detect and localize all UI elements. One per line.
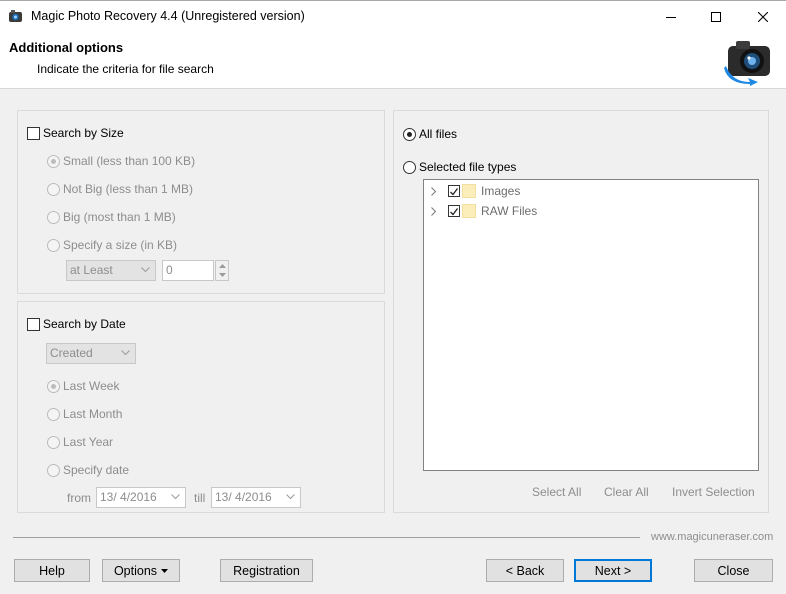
close-window-button[interactable] (740, 1, 786, 32)
all-files-label: All files (419, 127, 458, 141)
tree-item-images[interactable]: Images (424, 181, 758, 201)
date-last-month-label: Last Month (63, 407, 123, 421)
size-specify-radio[interactable]: Specify a size (in KB) (47, 238, 177, 252)
radio-dot (47, 435, 60, 449)
clear-all-button[interactable]: Clear All (604, 485, 649, 499)
wizard-header: Additional options Indicate the criteria… (0, 31, 786, 89)
minimize-icon (666, 16, 676, 18)
date-specify-label: Specify date (63, 463, 130, 477)
chevron-down-icon (286, 494, 295, 500)
date-till-picker[interactable]: 13/ 4/2016 (211, 487, 301, 508)
page-subtitle: Indicate the criteria for file search (37, 62, 214, 76)
options-button-label: Options (113, 563, 158, 578)
size-big-radio[interactable]: Big (most than 1 MB) (47, 210, 176, 224)
chevron-down-icon (121, 350, 130, 356)
radio-dot (47, 154, 60, 168)
date-last-week-label: Last Week (63, 379, 120, 393)
page-title: Additional options (9, 40, 124, 55)
search-by-size-checkbox[interactable]: Search by Size (27, 126, 124, 140)
radio-dot (47, 238, 60, 252)
back-button[interactable]: < Back (486, 559, 564, 582)
website-link[interactable]: www.magicuneraser.com (651, 531, 773, 543)
tree-item-raw-files[interactable]: RAW Files (424, 201, 758, 221)
date-till-value: 13/ 4/2016 (215, 490, 272, 504)
chevron-right-icon[interactable] (431, 207, 437, 216)
select-all-button[interactable]: Select All (532, 485, 581, 499)
date-last-year-radio[interactable]: Last Year (47, 435, 113, 449)
chevron-right-icon[interactable] (431, 187, 437, 196)
search-by-size-label: Search by Size (43, 126, 124, 140)
title-bar: Magic Photo Recovery 4.4 (Unregistered v… (0, 0, 786, 31)
close-icon (758, 11, 768, 22)
radio-dot (47, 182, 60, 196)
selected-file-types-label: Selected file types (419, 160, 517, 174)
close-button[interactable]: Close (694, 559, 773, 582)
radio-dot (47, 379, 60, 393)
date-till-label: till (194, 491, 206, 505)
chevron-down-icon (141, 267, 150, 273)
size-value: 0 (166, 263, 173, 277)
date-from-picker[interactable]: 13/ 4/2016 (96, 487, 186, 508)
chevron-down-icon (171, 494, 180, 500)
help-button-label: Help (39, 563, 65, 578)
size-small-radio[interactable]: Small (less than 100 KB) (47, 154, 195, 168)
invert-selection-button[interactable]: Invert Selection (672, 485, 755, 499)
all-files-radio[interactable]: All files (403, 127, 457, 141)
date-from-value: 13/ 4/2016 (100, 490, 157, 504)
folder-icon (462, 184, 476, 198)
date-last-week-radio[interactable]: Last Week (47, 379, 119, 393)
size-not-big-label: Not Big (less than 1 MB) (63, 182, 194, 196)
file-types-tree[interactable]: Images RAW Files (423, 179, 759, 471)
options-button[interactable]: Options (102, 559, 180, 582)
tree-checkbox-raw-files[interactable] (448, 205, 460, 217)
date-from-label: from (67, 491, 91, 505)
caret-down-icon (161, 568, 169, 573)
radio-dot (403, 127, 416, 141)
radio-dot (47, 210, 60, 224)
next-button-label: Next > (594, 563, 632, 578)
maximize-button[interactable] (693, 1, 739, 32)
date-field-select[interactable]: Created (46, 343, 136, 364)
app-icon (9, 10, 22, 22)
radio-dot (47, 407, 60, 421)
registration-button[interactable]: Registration (220, 559, 313, 582)
registration-button-label: Registration (233, 563, 300, 578)
checkmark-icon (450, 208, 459, 216)
size-comparator-select[interactable]: at Least (66, 260, 156, 281)
tree-label-raw-files: RAW Files (481, 204, 538, 218)
tree-label-images: Images (481, 184, 521, 198)
checkbox-box[interactable] (27, 317, 40, 331)
help-button[interactable]: Help (14, 559, 90, 582)
size-comparator-value: at Least (70, 263, 113, 277)
camera-recovery-icon (724, 41, 770, 86)
window-title: Magic Photo Recovery 4.4 (Unregistered v… (31, 9, 305, 23)
date-field-value: Created (50, 346, 93, 360)
back-button-label: < Back (505, 563, 545, 578)
spin-down-icon[interactable] (219, 273, 226, 278)
size-value-input[interactable]: 0 (162, 260, 214, 281)
size-specify-label: Specify a size (in KB) (63, 238, 178, 252)
radio-dot (403, 160, 416, 174)
date-specify-radio[interactable]: Specify date (47, 463, 129, 477)
search-by-date-checkbox[interactable]: Search by Date (27, 317, 126, 331)
next-button[interactable]: Next > (574, 559, 652, 582)
search-by-date-label: Search by Date (43, 317, 126, 331)
date-last-month-radio[interactable]: Last Month (47, 407, 122, 421)
date-last-year-label: Last Year (63, 435, 114, 449)
folder-icon (462, 204, 476, 218)
size-small-label: Small (less than 100 KB) (63, 154, 196, 168)
selected-file-types-radio[interactable]: Selected file types (403, 160, 516, 174)
size-spin-buttons[interactable] (215, 260, 229, 281)
close-button-label: Close (717, 563, 750, 578)
radio-dot (47, 463, 60, 477)
minimize-button[interactable] (648, 1, 694, 32)
checkbox-box[interactable] (27, 126, 40, 140)
checkmark-icon (450, 188, 459, 196)
size-not-big-radio[interactable]: Not Big (less than 1 MB) (47, 182, 193, 196)
tree-checkbox-images[interactable] (448, 185, 460, 197)
size-big-label: Big (most than 1 MB) (63, 210, 176, 224)
footer-divider (13, 537, 640, 538)
maximize-icon (711, 11, 721, 22)
spin-up-icon[interactable] (219, 264, 226, 269)
